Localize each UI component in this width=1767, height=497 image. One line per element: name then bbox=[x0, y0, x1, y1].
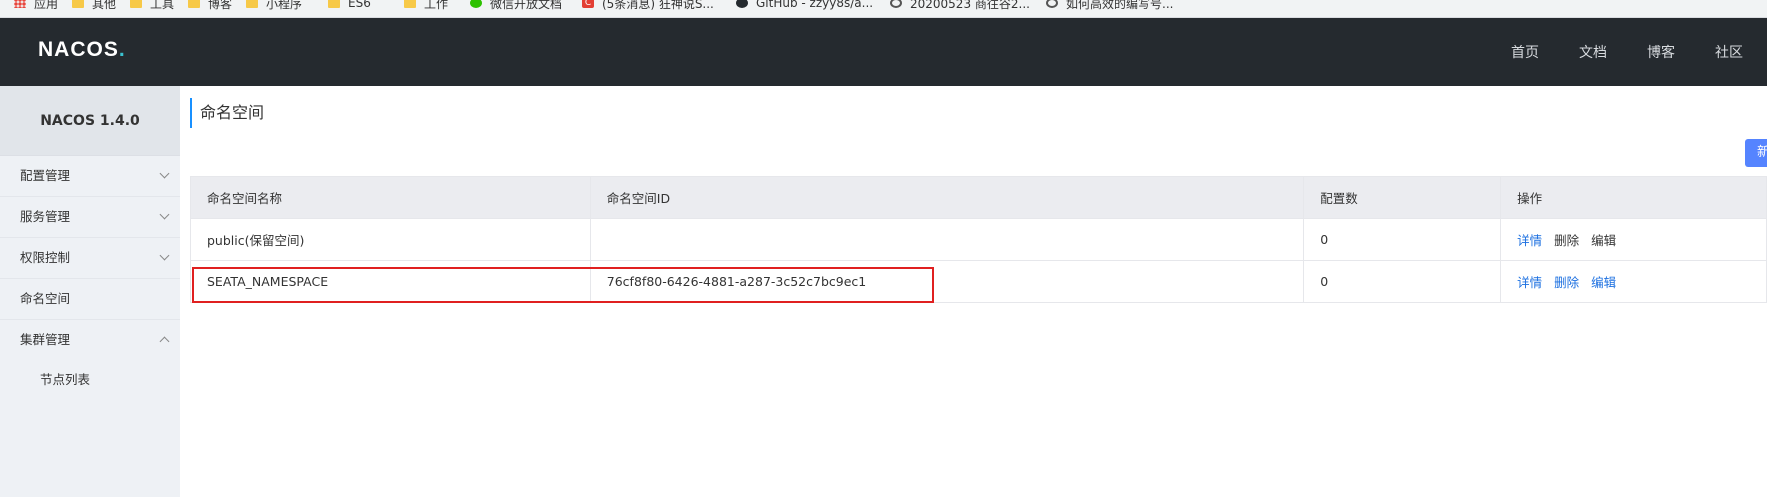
namespace-name-cell: public(保留空间) bbox=[190, 218, 591, 261]
bookmark-apps[interactable]: 应用 bbox=[14, 0, 58, 12]
column-header-name: 命名空间名称 bbox=[190, 176, 591, 219]
delete-link[interactable]: 删除 bbox=[1554, 233, 1579, 248]
nav-blog[interactable]: 博客 bbox=[1647, 42, 1675, 62]
bookmark-wechat-docs[interactable]: 微信开放文档 bbox=[470, 0, 562, 12]
folder-icon bbox=[328, 0, 340, 8]
sidebar-item-config[interactable]: 配置管理 bbox=[0, 156, 180, 196]
annotation-highlight-box bbox=[192, 267, 934, 303]
bookmark-link[interactable]: 20200523 商往谷2... bbox=[890, 0, 1030, 12]
operations-cell: 详情 删除 编辑 bbox=[1500, 260, 1767, 303]
bookmark-folder[interactable]: 博客 bbox=[188, 0, 232, 12]
q-icon bbox=[890, 0, 902, 8]
bookmark-github[interactable]: GitHub - zzyy8s/a... bbox=[736, 0, 873, 12]
namespace-id-cell bbox=[589, 218, 1305, 261]
nav-home[interactable]: 首页 bbox=[1511, 42, 1539, 62]
q-icon bbox=[1046, 0, 1058, 8]
folder-icon bbox=[246, 0, 258, 8]
table-row: public(保留空间) 0 详情 删除 编辑 bbox=[190, 218, 1767, 261]
nacos-logo[interactable]: NACOS. bbox=[38, 38, 126, 62]
bookmark-link[interactable]: 如何高效的编写号... bbox=[1046, 0, 1173, 12]
new-namespace-button[interactable]: 新 bbox=[1745, 139, 1767, 167]
chevron-down-icon bbox=[159, 168, 170, 179]
sidebar-item-cluster[interactable]: 集群管理 bbox=[0, 320, 180, 360]
bookmark-folder[interactable]: 其他 bbox=[72, 0, 116, 12]
column-header-count: 配置数 bbox=[1303, 176, 1502, 219]
top-header: NACOS. 首页 文档 博客 社区 bbox=[0, 18, 1767, 86]
delete-link[interactable]: 删除 bbox=[1554, 275, 1579, 290]
edit-link[interactable]: 编辑 bbox=[1591, 233, 1616, 248]
column-header-id: 命名空间ID bbox=[589, 176, 1305, 219]
bookmark-folder[interactable]: ES6 bbox=[328, 0, 371, 12]
bookmark-csdn[interactable]: C (5条消息) 狂神说S... bbox=[582, 0, 714, 12]
sidebar-item-namespace[interactable]: 命名空间 bbox=[0, 279, 180, 319]
page-title: 命名空间 bbox=[190, 98, 264, 128]
nav-docs[interactable]: 文档 bbox=[1579, 42, 1607, 62]
sidebar-item-auth[interactable]: 权限控制 bbox=[0, 238, 180, 278]
edit-link[interactable]: 编辑 bbox=[1591, 275, 1616, 290]
column-header-ops: 操作 bbox=[1500, 176, 1767, 219]
bookmark-folder[interactable]: 工具 bbox=[130, 0, 174, 12]
folder-icon bbox=[188, 0, 200, 8]
chevron-down-icon bbox=[159, 209, 170, 220]
chevron-down-icon bbox=[159, 250, 170, 261]
github-icon bbox=[736, 0, 748, 8]
csdn-icon: C bbox=[582, 0, 594, 8]
config-count-cell: 0 bbox=[1303, 260, 1502, 303]
version-label: NACOS 1.4.0 bbox=[0, 86, 180, 156]
bookmark-folder[interactable]: 工作 bbox=[404, 0, 448, 12]
config-count-cell: 0 bbox=[1303, 218, 1502, 261]
folder-icon bbox=[130, 0, 142, 8]
sidebar-item-service[interactable]: 服务管理 bbox=[0, 197, 180, 237]
operations-cell: 详情 删除 编辑 bbox=[1500, 218, 1767, 261]
folder-icon bbox=[404, 0, 416, 8]
wechat-icon bbox=[470, 0, 482, 8]
table-header-row: 命名空间名称 命名空间ID 配置数 操作 bbox=[190, 176, 1767, 219]
nav-community[interactable]: 社区 bbox=[1715, 42, 1743, 62]
sidebar: NACOS 1.4.0 配置管理 服务管理 权限控制 命名空间 集群管理 节点列… bbox=[0, 86, 180, 497]
folder-icon bbox=[72, 0, 84, 8]
apps-icon bbox=[14, 0, 26, 8]
detail-link[interactable]: 详情 bbox=[1517, 233, 1542, 248]
sidebar-item-node-list[interactable]: 节点列表 bbox=[0, 360, 180, 400]
bookmarks-bar: 应用 其他 工具 博客 小程序 ES6 工作 微信开放文档 C (5条消息) 狂神… bbox=[0, 0, 1767, 18]
chevron-up-icon bbox=[159, 336, 170, 347]
bookmark-folder[interactable]: 小程序 bbox=[246, 0, 302, 12]
detail-link[interactable]: 详情 bbox=[1517, 275, 1542, 290]
